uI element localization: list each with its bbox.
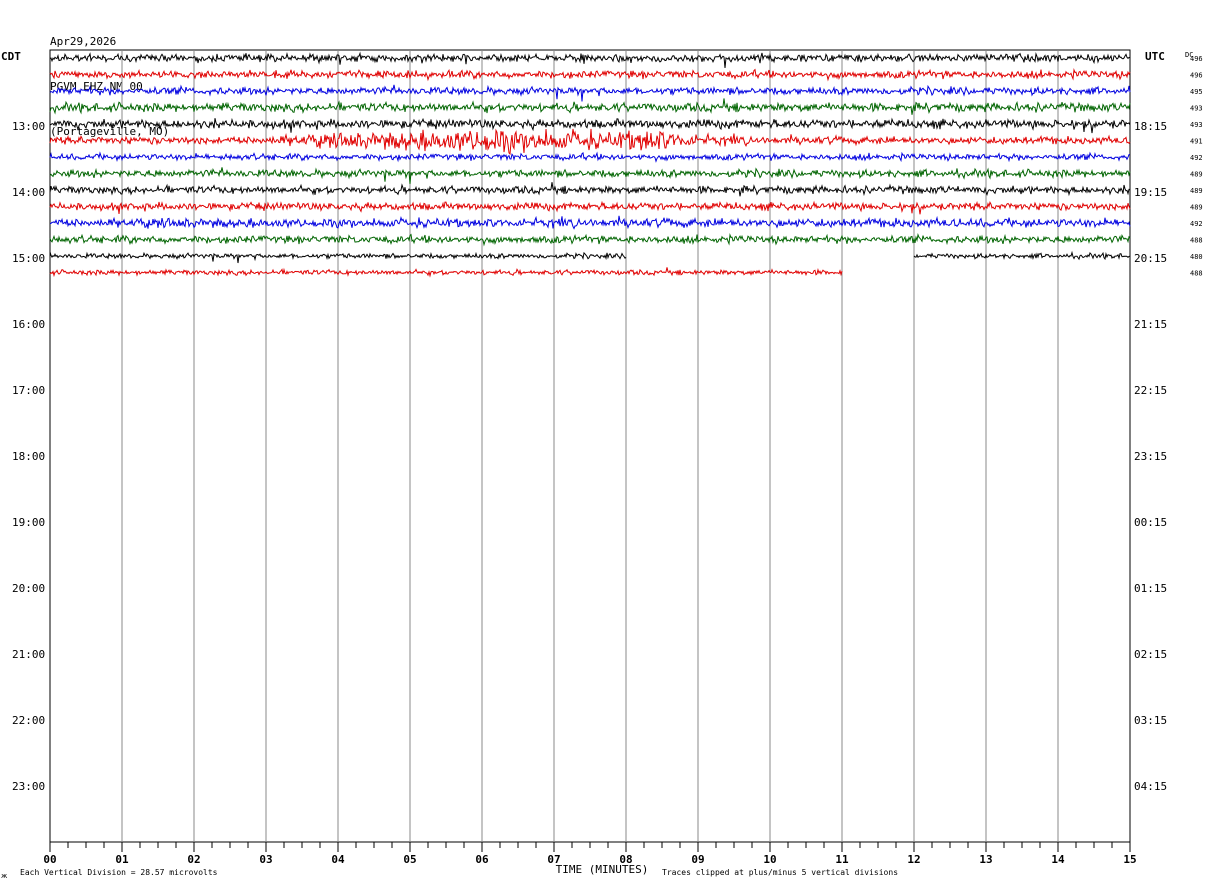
x-tick-label: 13 xyxy=(979,853,992,866)
x-axis-label: TIME (MINUTES) xyxy=(556,863,649,876)
x-tick-label: 01 xyxy=(115,853,129,866)
cdt-label: CDT xyxy=(1,50,21,63)
right-hour-label: 22:15 xyxy=(1134,384,1167,397)
clip-note: Traces clipped at plus/minus 5 vertical … xyxy=(662,868,898,877)
dc-value: 489 xyxy=(1190,204,1203,212)
left-hour-label: 14:00 xyxy=(12,186,45,199)
trace-line xyxy=(49,51,1131,68)
x-tick-label: 05 xyxy=(403,853,416,866)
scale-note: Each Vertical Division = 28.57 microvolt… xyxy=(20,868,218,877)
dc-value: 489 xyxy=(1190,187,1203,195)
trace-line xyxy=(49,267,843,278)
right-hour-label: 01:15 xyxy=(1134,582,1167,595)
trace-line xyxy=(49,215,1131,230)
right-hour-label: 23:15 xyxy=(1134,450,1167,463)
dc-value: 493 xyxy=(1190,121,1203,129)
x-tick-label: 04 xyxy=(331,853,345,866)
trace-line xyxy=(49,117,1131,134)
x-tick-label: 11 xyxy=(835,853,849,866)
dc-value: 495 xyxy=(1190,88,1203,96)
dc-value: 488 xyxy=(1190,270,1203,278)
left-hour-label: 18:00 xyxy=(12,450,45,463)
dc-value: 496 xyxy=(1190,55,1203,63)
right-hour-label: 19:15 xyxy=(1134,186,1167,199)
left-hour-label: 20:00 xyxy=(12,582,45,595)
trace-line xyxy=(49,84,1131,102)
right-hour-label: 00:15 xyxy=(1134,516,1167,529)
x-tick-label: 03 xyxy=(259,853,272,866)
left-hour-label: 23:00 xyxy=(12,780,45,793)
plot-grid xyxy=(49,49,1131,852)
right-hour-label: 04:15 xyxy=(1134,780,1167,793)
right-hour-label: 02:15 xyxy=(1134,648,1167,661)
trace-line xyxy=(913,250,1131,261)
left-hour-label: 15:00 xyxy=(12,252,45,265)
trace-line xyxy=(49,68,1131,82)
right-hour-label: 21:15 xyxy=(1134,318,1167,331)
left-hour-label: 13:00 xyxy=(12,120,45,133)
x-tick-label: 14 xyxy=(1051,853,1065,866)
dc-value: 491 xyxy=(1190,138,1203,146)
x-tick-label: 10 xyxy=(763,853,776,866)
trace-line xyxy=(49,233,1131,247)
x-tick-label: 00 xyxy=(43,853,56,866)
dc-value: 489 xyxy=(1190,171,1203,179)
left-hour-label: 22:00 xyxy=(12,714,45,727)
trace-line xyxy=(49,128,1131,156)
helicorder-plot: 00 01 02 03 04 05 06 07 08 09 10 11 12 13 14 15TIME (MI… xyxy=(1,49,1203,880)
x-tick-label: 09 xyxy=(691,853,704,866)
left-hour-label: 16:00 xyxy=(12,318,45,331)
x-tick-label: 06 xyxy=(475,853,489,866)
left-hour-label: 19:00 xyxy=(12,516,45,529)
seismic-traces xyxy=(49,51,1131,278)
trace-line xyxy=(49,98,1131,115)
trace-line xyxy=(49,151,1130,163)
left-hour-label: 17:00 xyxy=(12,384,45,397)
trace-line xyxy=(49,182,1131,197)
utc-label: UTC xyxy=(1145,50,1165,63)
dc-value: 492 xyxy=(1190,154,1203,162)
right-hour-label: 18:15 xyxy=(1134,120,1167,133)
dc-value: 488 xyxy=(1190,237,1203,245)
corner-mark: ж xyxy=(1,872,8,880)
right-hour-label: 03:15 xyxy=(1134,714,1167,727)
trace-line xyxy=(49,167,1131,184)
dc-value: 496 xyxy=(1190,72,1203,80)
plot-frame xyxy=(49,49,1131,843)
dc-value: 480 xyxy=(1190,253,1203,261)
dc-value: 493 xyxy=(1190,105,1203,113)
dc-value: 492 xyxy=(1190,220,1203,228)
trace-line xyxy=(49,200,1131,215)
x-tick-label: 15 xyxy=(1123,853,1136,866)
x-tick-label: 12 xyxy=(907,853,920,866)
x-tick-label: 02 xyxy=(187,853,200,866)
left-hour-label: 21:00 xyxy=(12,648,45,661)
right-hour-label: 20:15 xyxy=(1134,252,1167,265)
